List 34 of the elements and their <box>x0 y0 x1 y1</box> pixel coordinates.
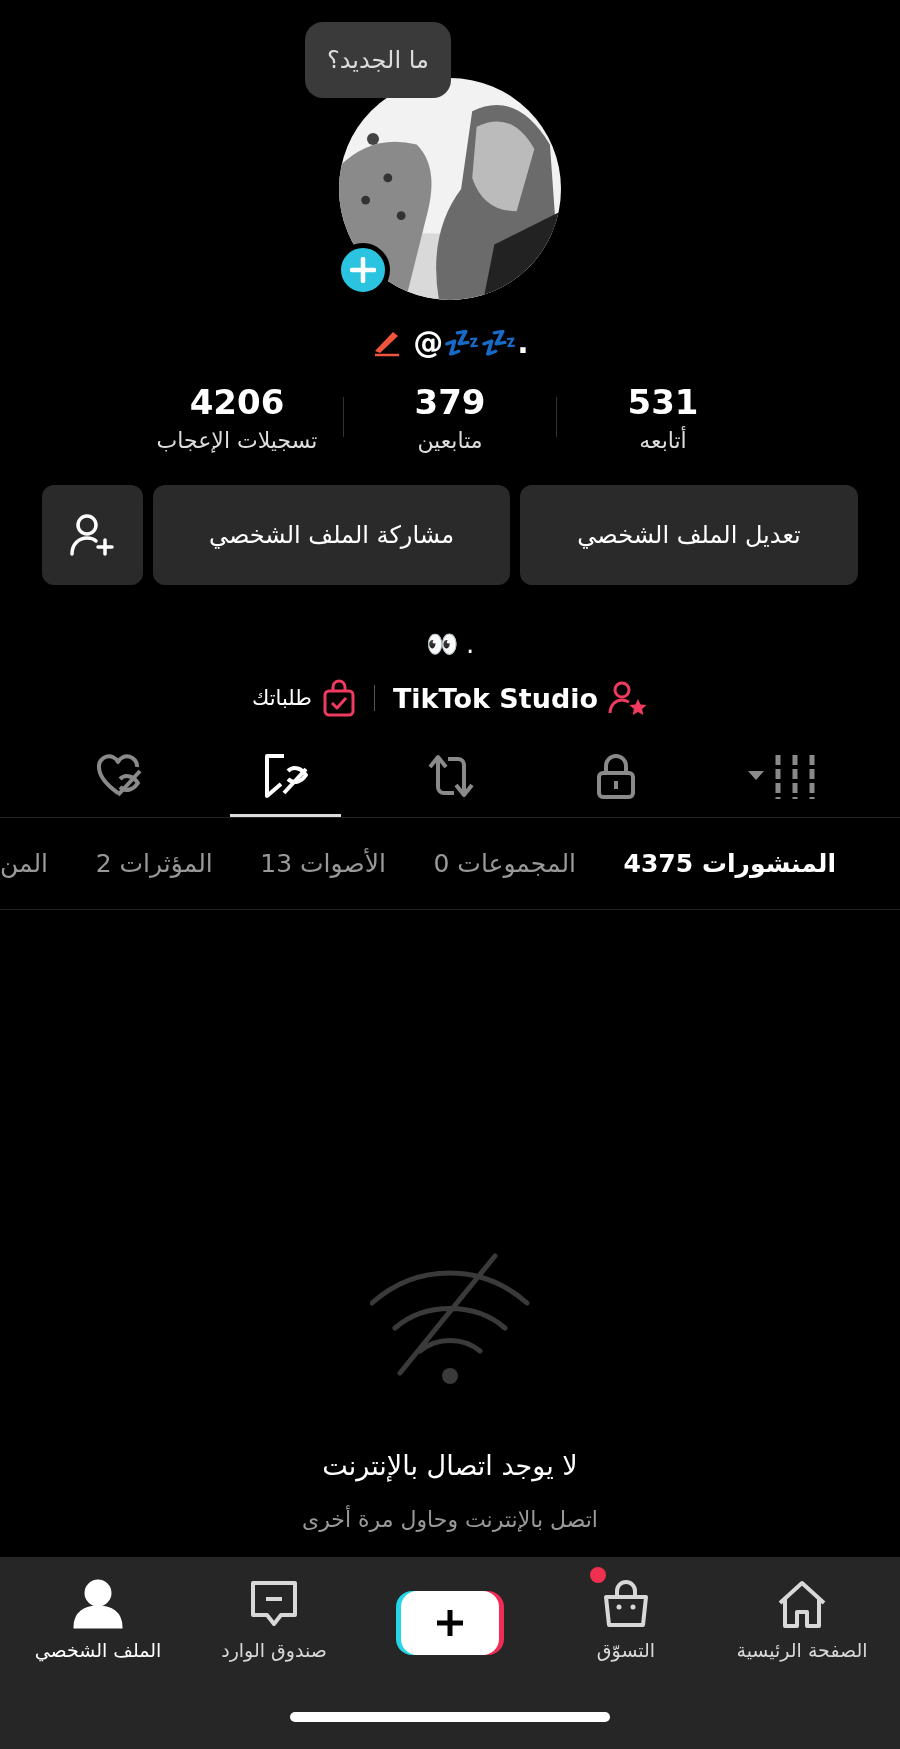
empty-title: لا يوجد اتصال بالإنترنت <box>322 1450 578 1481</box>
stat-value[interactable]: 379 <box>414 381 486 422</box>
filter-tab[interactable]: الأصوات 13 <box>260 849 386 878</box>
profile-button[interactable]: تعديل الملف الشخصي <box>520 485 858 585</box>
profile-link[interactable]: TikTok Studio <box>392 682 598 714</box>
person-star-icon <box>608 681 648 715</box>
shopping-bag-icon <box>602 1579 650 1629</box>
plus-icon <box>350 257 376 283</box>
message-icon <box>249 1579 299 1629</box>
profile-link[interactable]: طلباتك <box>252 686 312 710</box>
nav-item[interactable]: التسوّق <box>596 1579 656 1661</box>
stat-label[interactable]: تسجيلات الإعجاب <box>156 427 318 453</box>
username: @💤💤. <box>413 325 529 360</box>
grid-icon <box>745 753 816 799</box>
add-friend-button[interactable] <box>42 485 143 585</box>
stat-label[interactable]: أتابعه <box>639 427 687 453</box>
nav-item[interactable]: الملف الشخصي <box>34 1579 162 1661</box>
person-icon <box>73 1579 123 1629</box>
stat-value[interactable]: 531 <box>627 381 699 422</box>
empty-message: اتصل بالإنترنت وحاول مرة أخرى <box>302 1507 598 1532</box>
stat-value[interactable]: 4206 <box>189 381 285 422</box>
profile-button[interactable]: مشاركة الملف الشخصي <box>153 485 510 585</box>
bio-text: 👀 . <box>425 629 475 659</box>
lock-icon <box>595 753 636 799</box>
filter-tab[interactable]: المجموعات 0 <box>433 849 576 878</box>
filter-tab[interactable]: المنشورات 4375 <box>623 849 836 878</box>
nav-item[interactable]: صندوق الوارد <box>221 1579 327 1661</box>
filter-tab[interactable]: المن <box>0 849 49 878</box>
filter-tab[interactable]: المؤثرات 2 <box>95 849 213 878</box>
tooltip-bubble[interactable]: ما الجديد؟ <box>305 22 451 98</box>
add-person-icon <box>68 512 117 558</box>
bag-check-icon <box>321 679 356 717</box>
nav-item[interactable]: الصفحة الرئيسية <box>736 1579 868 1661</box>
stat-label[interactable]: متابعين <box>417 427 483 453</box>
